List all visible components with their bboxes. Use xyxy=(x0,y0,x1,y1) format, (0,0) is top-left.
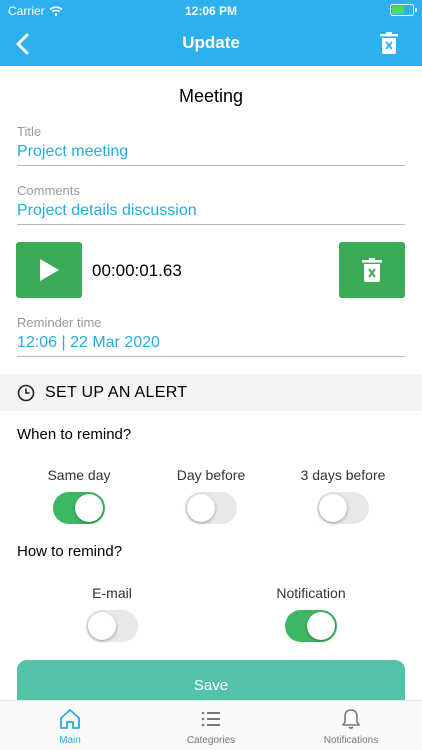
notification-toggle[interactable] xyxy=(285,610,337,642)
tab-notifications[interactable]: Notifications xyxy=(281,707,421,746)
trash-icon xyxy=(362,258,382,282)
option-label: Notification xyxy=(276,585,346,601)
comments-input[interactable]: Project details discussion xyxy=(17,202,405,224)
comments-field[interactable]: Comments Project details discussion xyxy=(17,183,405,225)
comments-label: Comments xyxy=(17,183,80,198)
option-label: E-mail xyxy=(92,585,132,601)
alert-section-title: SET UP AN ALERT xyxy=(45,384,188,401)
option-same-day: Same day xyxy=(14,467,144,524)
when-to-remind-label: When to remind? xyxy=(17,426,132,443)
email-toggle[interactable] xyxy=(86,610,138,642)
status-bar: Carrier 12:06 PM xyxy=(0,0,422,22)
title-field[interactable]: Title Project meeting xyxy=(17,124,405,166)
tab-categories[interactable]: Categories xyxy=(141,707,281,746)
play-icon xyxy=(40,259,59,281)
how-to-remind-label: How to remind? xyxy=(17,543,123,560)
option-label: Day before xyxy=(176,467,246,483)
option-day-before: Day before xyxy=(146,467,276,524)
option-3-days-before: 3 days before xyxy=(278,467,408,524)
three-days-before-toggle[interactable] xyxy=(317,492,369,524)
same-day-toggle[interactable] xyxy=(53,492,105,524)
navigation-bar: Carrier 12:06 PM Update xyxy=(0,0,422,66)
tab-label: Main xyxy=(59,735,81,746)
day-before-toggle[interactable] xyxy=(185,492,237,524)
clock-icon xyxy=(17,384,35,402)
title-input[interactable]: Project meeting xyxy=(17,143,405,165)
reminder-time-label: Reminder time xyxy=(17,315,102,330)
tab-bar: Main Categories Notifications xyxy=(0,700,422,750)
title-label: Title xyxy=(17,124,42,139)
event-category-heading: Meeting xyxy=(178,86,244,106)
bell-icon xyxy=(342,709,360,729)
tab-label: Categories xyxy=(186,735,236,746)
page-title: Update xyxy=(182,33,240,52)
delete-recording-button[interactable] xyxy=(339,242,405,298)
reminder-time-value[interactable]: 12:06 | 22 Mar 2020 xyxy=(17,334,405,356)
list-icon xyxy=(201,711,220,727)
home-icon xyxy=(60,709,80,729)
status-time: 12:06 PM xyxy=(184,4,238,18)
option-label: Same day xyxy=(47,467,111,483)
play-button[interactable] xyxy=(16,242,82,298)
recording-duration: 00:00:01.63 xyxy=(92,261,182,280)
option-label: 3 days before xyxy=(300,467,386,483)
tab-main[interactable]: Main xyxy=(0,707,140,746)
trash-icon[interactable] xyxy=(380,32,398,54)
battery-icon xyxy=(390,4,417,16)
tab-label: Notifications xyxy=(323,735,379,746)
option-email: E-mail xyxy=(47,585,177,642)
reminder-time-field[interactable]: Reminder time 12:06 | 22 Mar 2020 xyxy=(17,315,405,357)
option-notification: Notification xyxy=(246,585,376,642)
alert-section-header: SET UP AN ALERT xyxy=(0,374,422,411)
